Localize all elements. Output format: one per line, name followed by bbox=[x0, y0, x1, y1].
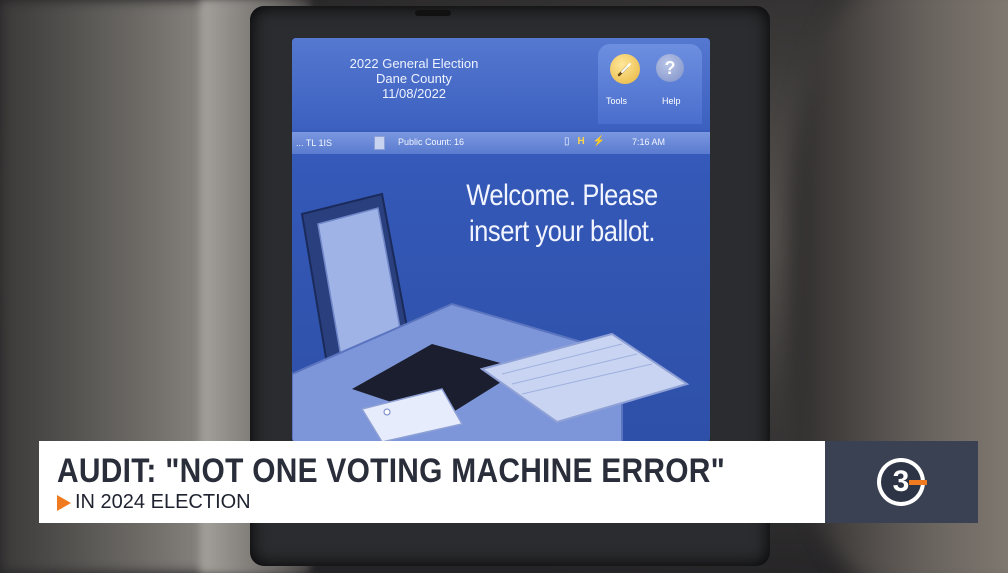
wrench-icon bbox=[617, 63, 631, 77]
status-left-text: ... TL 1IS bbox=[296, 138, 333, 148]
screen-header: 2022 General Election Dane County 11/08/… bbox=[292, 38, 710, 130]
tools-help-panel: ? Tools Help bbox=[598, 44, 702, 124]
voting-machine-screen: 2022 General Election Dane County 11/08/… bbox=[292, 38, 710, 442]
play-arrow-icon bbox=[57, 494, 71, 511]
headline: AUDIT: "NOT ONE VOTING MACHINE ERROR" bbox=[57, 452, 726, 490]
tools-button[interactable] bbox=[610, 54, 640, 84]
public-count: Public Count: 16 bbox=[398, 137, 465, 147]
channel-3-logo-icon: 3 bbox=[877, 458, 927, 506]
question-mark-icon: ? bbox=[664, 57, 676, 78]
help-label: Help bbox=[662, 96, 681, 106]
election-date: 11/08/2022 bbox=[381, 86, 447, 101]
status-bar: ... TL 1IS Public Count: 16 ▯ H ⚡ 7:16 A… bbox=[292, 132, 710, 154]
channel-logo-box: 3 bbox=[825, 441, 978, 523]
ballot-count-icon bbox=[374, 136, 385, 150]
bezel-sensor bbox=[415, 10, 451, 16]
subheadline-text: IN 2024 ELECTION bbox=[75, 491, 251, 513]
printer-icon: ▯ bbox=[564, 136, 570, 147]
election-info: 2022 General Election Dane County 11/08/… bbox=[344, 56, 484, 101]
subheadline: IN 2024 ELECTION bbox=[57, 491, 251, 514]
status-icons: ▯ H ⚡ bbox=[564, 136, 605, 147]
memory-card-icon: H bbox=[577, 136, 585, 147]
welcome-line-2: insert your ballot. bbox=[468, 215, 656, 248]
welcome-line-1: Welcome. Please bbox=[466, 179, 658, 212]
election-title: 2022 General Election bbox=[349, 56, 479, 71]
clock-time: 7:16 AM bbox=[632, 137, 666, 147]
lower-third-banner: AUDIT: "NOT ONE VOTING MACHINE ERROR" IN… bbox=[39, 441, 825, 523]
tools-label: Tools bbox=[606, 96, 628, 106]
news-broadcast-frame: 2022 General Election Dane County 11/08/… bbox=[0, 0, 1008, 573]
power-icon: ⚡ bbox=[592, 136, 606, 147]
logo-accent-dash bbox=[909, 480, 927, 485]
election-county: Dane County bbox=[376, 71, 452, 86]
help-button[interactable]: ? bbox=[656, 54, 684, 82]
welcome-message: Welcome. Please insert your ballot. bbox=[460, 178, 664, 250]
